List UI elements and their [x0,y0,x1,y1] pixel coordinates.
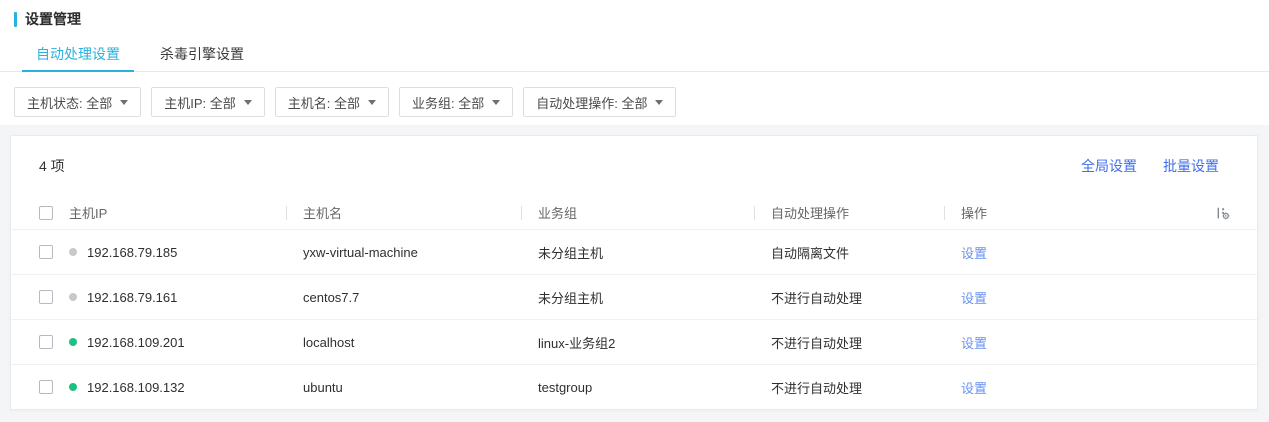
chevron-down-icon [367,100,376,105]
operate-cell: 设置 [944,275,1211,319]
row-checkbox[interactable] [39,290,53,304]
column-settings-icon[interactable] [1215,205,1231,221]
filter-host-status[interactable]: 主机状态: 全部 [14,87,142,117]
host-table-card: 4 项 全局设置 批量设置 主机IP 主机名 业务组 自动处理操作 操作 192… [10,135,1258,410]
host-ip-cell: 192.168.109.201 [69,320,286,364]
filter-label: 主机状态: 全部 [27,95,113,111]
row-checkbox[interactable] [39,335,53,349]
operate-cell: 设置 [944,230,1211,274]
host-ip: 192.168.79.185 [87,244,178,260]
page-header: 设置管理 [0,0,1269,28]
host-ip: 192.168.109.201 [87,334,185,350]
tab-label: 杀毒引擎设置 [160,46,244,62]
table-row: 192.168.79.161 centos7.7 未分组主机 不进行自动处理 设置 [11,274,1257,319]
select-all-checkbox[interactable] [39,205,53,220]
column-header-auto-handle-operation: 自动处理操作 [754,196,944,229]
tab-label: 自动处理设置 [36,46,120,62]
row-tools-cell [1211,320,1257,364]
filter-host-name[interactable]: 主机名: 全部 [274,87,389,117]
filter-label: 业务组: 全部 [411,95,485,111]
filter-bar: 主机状态: 全部 主机IP: 全部 主机名: 全部 业务组: 全部 自动处理操作: 全部 [14,87,1269,117]
header-checkbox-cell [11,196,69,229]
row-checkbox-cell [11,320,69,364]
row-checkbox[interactable] [39,245,53,259]
tab-bar: 自动处理设置 杀毒引擎设置 [0,44,1269,72]
toolbar-links: 全局设置 批量设置 [1081,156,1219,176]
business-group-cell: linux-业务组2 [538,335,616,351]
host-name-cell: yxw-virtual-machine [303,244,418,260]
row-tools-cell [1211,230,1257,274]
header-tools-cell [1211,196,1257,229]
table-row: 192.168.109.132 ubuntu testgroup 不进行自动处理 设置 [11,364,1257,409]
auto-handle-operation-cell: 不进行自动处理 [771,290,863,306]
filter-business-group[interactable]: 业务组: 全部 [398,87,514,117]
status-dot [69,338,77,346]
global-settings-link[interactable]: 全局设置 [1081,156,1137,176]
filter-auto-handle-operation[interactable]: 自动处理操作: 全部 [523,87,677,117]
tab-antivirus-engine-settings[interactable]: 杀毒引擎设置 [146,44,258,71]
row-checkbox-cell [11,230,69,274]
column-header-host-name: 主机名 [286,196,521,229]
row-settings-link[interactable]: 设置 [961,378,987,397]
tab-auto-handle-settings[interactable]: 自动处理设置 [22,44,134,72]
table-row: 192.168.109.201 localhost linux-业务组2 不进行自动处… [11,319,1257,364]
host-name-cell: ubuntu [303,379,343,395]
business-group-cell: testgroup [538,379,593,395]
status-dot [69,248,77,256]
row-settings-link[interactable]: 设置 [961,288,987,307]
auto-handle-operation-cell: 不进行自动处理 [771,335,863,351]
chevron-down-icon [243,100,252,105]
row-settings-link[interactable]: 设置 [961,243,987,262]
filter-label: 主机IP: 全部 [164,95,236,111]
item-count: 4 项 [39,158,65,174]
title-accent-bar [14,11,17,27]
business-group-cell: 未分组主机 [538,245,604,261]
status-dot [69,293,77,301]
column-header-host-ip: 主机IP [69,206,108,221]
host-ip-cell: 192.168.109.132 [69,365,286,409]
settings-management-page: 设置管理 自动处理设置 杀毒引擎设置 主机状态: 全部 主机IP: 全部 主机名: … [0,0,1269,422]
batch-settings-link[interactable]: 批量设置 [1163,156,1219,176]
status-dot [69,383,77,391]
auto-handle-operation-cell: 自动隔离文件 [771,245,850,261]
operate-cell: 设置 [944,365,1211,409]
row-settings-link[interactable]: 设置 [961,333,987,352]
chevron-down-icon [655,100,664,105]
host-name-cell: centos7.7 [303,289,360,305]
host-name-cell: localhost [303,334,355,350]
row-tools-cell [1211,365,1257,409]
filter-label: 自动处理操作: 全部 [536,95,648,111]
card-toolbar: 4 项 全局设置 批量设置 [11,136,1257,196]
page-title: 设置管理 [25,11,81,27]
table-row: 192.168.79.185 yxw-virtual-machine 未分组主机 自动… [11,229,1257,274]
table-header-row: 主机IP 主机名 业务组 自动处理操作 操作 [11,196,1257,229]
host-ip-cell: 192.168.79.161 [69,275,286,319]
chevron-down-icon [492,100,501,105]
filter-host-ip[interactable]: 主机IP: 全部 [151,87,265,117]
column-header-operate: 操作 [944,196,1211,229]
chevron-down-icon [120,100,129,105]
table-body: 192.168.79.185 yxw-virtual-machine 未分组主机 自动… [11,229,1257,409]
row-checkbox-cell [11,275,69,319]
host-ip: 192.168.79.161 [87,289,178,305]
operate-cell: 设置 [944,320,1211,364]
auto-handle-operation-cell: 不进行自动处理 [771,380,863,396]
row-checkbox-cell [11,365,69,409]
filter-label: 主机名: 全部 [287,95,360,111]
row-tools-cell [1211,275,1257,319]
content-section: 4 项 全局设置 批量设置 主机IP 主机名 业务组 自动处理操作 操作 192… [0,125,1269,422]
host-ip: 192.168.109.132 [87,379,185,395]
column-header-business-group: 业务组 [521,196,754,229]
row-checkbox[interactable] [39,380,53,394]
business-group-cell: 未分组主机 [538,290,604,306]
host-ip-cell: 192.168.79.185 [69,230,286,274]
